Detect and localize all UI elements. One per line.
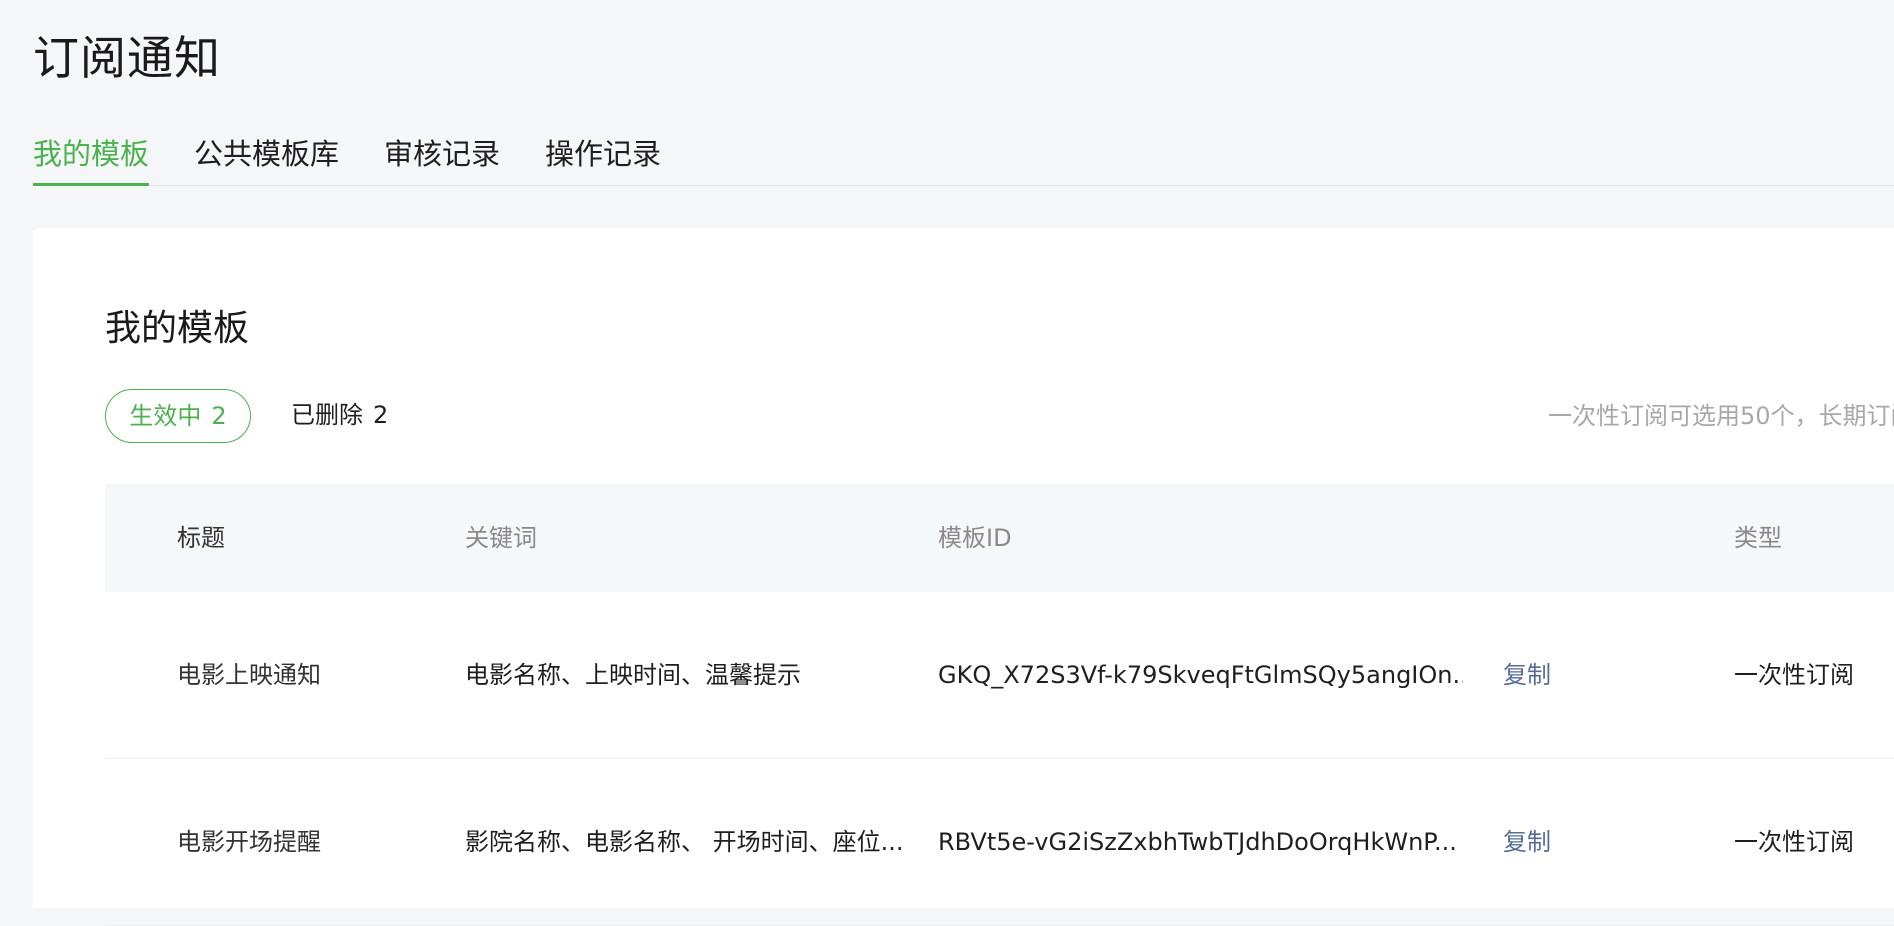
row-title: 电影上映通知 xyxy=(177,661,321,689)
templates-table: 标题 关键词 模板ID 类型 电影上映通知 电影名称、上映时间、温馨提示 GKQ… xyxy=(105,484,1894,926)
header-type: 类型 xyxy=(1734,524,1782,552)
row-template-id: GKQ_X72S3Vf-k79SkveqFtGlmSQy5angIOn... xyxy=(938,661,1463,689)
row-type: 一次性订阅 xyxy=(1734,828,1854,856)
copy-button[interactable]: 复制 xyxy=(1503,592,1551,758)
filter-deleted-label: 已删除 xyxy=(291,401,363,429)
header-keywords: 关键词 xyxy=(465,524,537,552)
table-row: 电影上映通知 电影名称、上映时间、温馨提示 GKQ_X72S3Vf-k79Skv… xyxy=(105,592,1894,759)
tab-public-template-library[interactable]: 公共模板库 xyxy=(194,126,339,185)
section-title: 我的模板 xyxy=(105,308,250,349)
quota-hint: 一次性订阅可选用50个，长期订阅 xyxy=(1548,402,1894,430)
tab-review-records[interactable]: 审核记录 xyxy=(384,126,500,185)
header-title: 标题 xyxy=(177,524,225,552)
row-keywords: 影院名称、电影名称、 开场时间、座位... xyxy=(465,828,904,856)
templates-card: 我的模板 生效中 2 已删除 2 一次性订阅可选用50个，长期订阅 标题 关键词 模… xyxy=(33,228,1894,926)
filter-active-button[interactable]: 生效中 2 xyxy=(105,389,251,443)
row-template-id: RBVt5e-vG2iSzZxbhTwbTJdhDoOrqHkWnP... xyxy=(938,828,1457,856)
filter-deleted-count: 2 xyxy=(373,401,389,429)
filter-row: 生效中 2 已删除 2 一次性订阅可选用50个，长期订阅 xyxy=(105,389,1894,443)
filter-active-label: 生效中 xyxy=(129,402,202,430)
row-keywords: 电影名称、上映时间、温馨提示 xyxy=(465,661,801,689)
tab-my-templates[interactable]: 我的模板 xyxy=(33,126,150,186)
table-row: 电影开场提醒 影院名称、电影名称、 开场时间、座位... RBVt5e-vG2i… xyxy=(105,759,1894,926)
row-type: 一次性订阅 xyxy=(1734,661,1854,689)
tab-bar: 我的模板 公共模板库 审核记录 操作记录 xyxy=(33,126,1894,186)
table-header: 标题 关键词 模板ID 类型 xyxy=(105,484,1894,592)
filter-deleted-button[interactable]: 已删除 2 xyxy=(291,389,388,443)
header-template-id: 模板ID xyxy=(938,524,1012,552)
filter-active-count: 2 xyxy=(211,402,227,430)
page-title: 订阅通知 xyxy=(33,31,221,85)
tab-operation-records[interactable]: 操作记录 xyxy=(545,126,661,185)
row-title: 电影开场提醒 xyxy=(177,828,321,856)
copy-button[interactable]: 复制 xyxy=(1503,759,1551,925)
